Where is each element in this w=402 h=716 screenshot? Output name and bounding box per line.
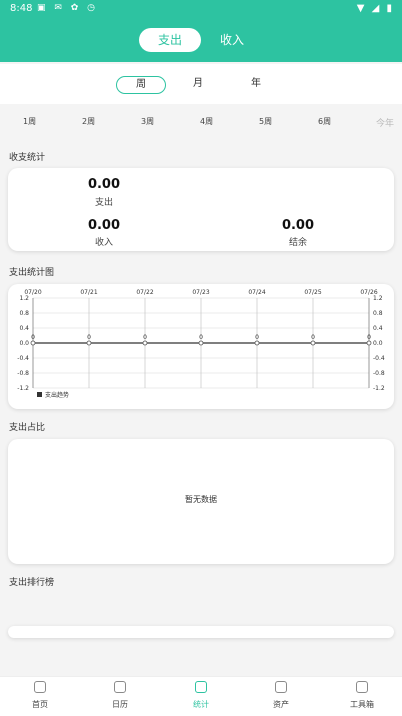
period-month-button[interactable]: 月 xyxy=(186,76,210,94)
balance-label: 结余 xyxy=(288,238,307,248)
ranking-card xyxy=(8,626,394,638)
legend-swatch xyxy=(37,392,42,397)
y-tick-label-right: -0.4 xyxy=(373,355,385,362)
y-tick-label-left: 0.8 xyxy=(19,310,29,317)
data-point xyxy=(86,340,92,346)
nav-assets-label: 资产 xyxy=(273,700,289,709)
no-data-text: 暂无数据 xyxy=(185,495,217,504)
status-bar: 8:48 ▣ ✉ ✿ ◷ ▼ ◢ ▮ xyxy=(0,0,402,18)
home-icon xyxy=(34,681,46,693)
summary-title: 收支统计 xyxy=(9,153,46,163)
x-tick-label: 07/22 xyxy=(136,289,153,296)
week-item-4[interactable]: 4周 xyxy=(200,116,213,127)
trend-title: 支出统计图 xyxy=(9,268,55,278)
nav-toolbox[interactable]: 工具箱 xyxy=(332,681,392,710)
nav-calendar[interactable]: 日历 xyxy=(90,681,150,710)
toolbox-icon xyxy=(356,681,368,693)
y-tick-label-left: 0.0 xyxy=(19,340,29,347)
data-label: 0 xyxy=(311,334,315,341)
data-point xyxy=(254,340,260,346)
week-strip: 1周 2周 3周 4周 5周 6周 今年 xyxy=(0,108,402,136)
header: 8:48 ▣ ✉ ✿ ◷ ▼ ◢ ▮ 支出 收入 xyxy=(0,0,402,62)
tab-income[interactable]: 收入 xyxy=(208,28,256,52)
y-tick-label-right: 1.2 xyxy=(373,295,383,302)
period-week-button[interactable]: 周 xyxy=(116,76,166,94)
data-label: 0 xyxy=(31,334,35,341)
y-tick-label-right: 0.4 xyxy=(373,325,383,332)
ranking-title: 支出排行榜 xyxy=(9,578,55,588)
income-total-value: 0.00 xyxy=(87,218,121,233)
data-point xyxy=(310,340,316,346)
data-label: 0 xyxy=(143,334,147,341)
nav-home[interactable]: 首页 xyxy=(10,681,70,710)
y-tick-label-right: -1.2 xyxy=(373,385,385,392)
x-tick-label: 07/23 xyxy=(192,289,209,296)
data-label: 0 xyxy=(87,334,91,341)
week-item-current[interactable]: 今年 xyxy=(376,116,394,129)
balance-value: 0.00 xyxy=(281,218,315,233)
y-tick-label-left: -1.2 xyxy=(17,385,29,392)
y-tick-label-right: 0.8 xyxy=(373,310,383,317)
data-label: 0 xyxy=(199,334,203,341)
nav-home-label: 首页 xyxy=(32,700,48,709)
calendar-icon xyxy=(114,681,126,693)
period-selector: 周 月 年 xyxy=(0,64,402,104)
nav-toolbox-label: 工具箱 xyxy=(350,700,374,709)
summary-card: 0.00 支出 0.00 收入 0.00 结余 xyxy=(8,168,394,251)
data-point xyxy=(142,340,148,346)
y-tick-label-left: -0.4 xyxy=(17,355,29,362)
period-year-button[interactable]: 年 xyxy=(244,76,268,94)
y-tick-label-left: -0.8 xyxy=(17,370,29,377)
legend-label: 支出趋势 xyxy=(45,391,69,399)
trend-chart: 07/20 07/21 07/22 07/23 07/24 07/25 07/26 1.2 1… xyxy=(17,289,385,399)
nav-stats-label: 统计 xyxy=(193,700,209,709)
y-tick-label-right: 0.0 xyxy=(373,340,383,347)
share-title: 支出占比 xyxy=(9,423,46,433)
bottom-nav: 首页 日历 统计 资产 工具箱 xyxy=(0,676,402,716)
nav-calendar-label: 日历 xyxy=(112,700,128,709)
notification-icons: ▣ ✉ ✿ ◷ xyxy=(37,3,99,13)
nav-stats[interactable]: 统计 xyxy=(171,681,231,710)
data-point xyxy=(198,340,204,346)
week-item-5[interactable]: 5周 xyxy=(259,116,272,127)
x-tick-label: 07/21 xyxy=(80,289,97,296)
week-item-6[interactable]: 6周 xyxy=(318,116,331,127)
y-tick-label-right: -0.8 xyxy=(373,370,385,377)
tab-expense[interactable]: 支出 xyxy=(139,28,201,52)
data-label: 0 xyxy=(367,334,371,341)
x-tick-label: 07/25 xyxy=(304,289,321,296)
nav-assets[interactable]: 资产 xyxy=(251,681,311,710)
x-tick-label: 07/24 xyxy=(248,289,265,296)
data-label: 0 xyxy=(255,334,259,341)
y-tick-label-left: 1.2 xyxy=(19,295,29,302)
data-point xyxy=(30,340,36,346)
share-chart-card: 暂无数据 xyxy=(8,439,394,564)
expense-total-value: 0.00 xyxy=(87,177,121,192)
expense-total-label: 支出 xyxy=(94,198,113,208)
status-time: 8:48 xyxy=(10,3,33,14)
week-item-2[interactable]: 2周 xyxy=(82,116,95,127)
stats-icon xyxy=(195,681,207,693)
system-status-icons: ▼ ◢ ▮ xyxy=(356,3,394,14)
y-tick-label-left: 0.4 xyxy=(19,325,29,332)
trend-chart-card: 07/20 07/21 07/22 07/23 07/24 07/25 07/26 1.2 1… xyxy=(8,284,394,409)
week-item-1[interactable]: 1周 xyxy=(23,116,36,127)
income-total-label: 收入 xyxy=(94,238,113,248)
wallet-icon xyxy=(275,681,287,693)
week-item-3[interactable]: 3周 xyxy=(141,116,154,127)
data-point xyxy=(366,340,372,346)
